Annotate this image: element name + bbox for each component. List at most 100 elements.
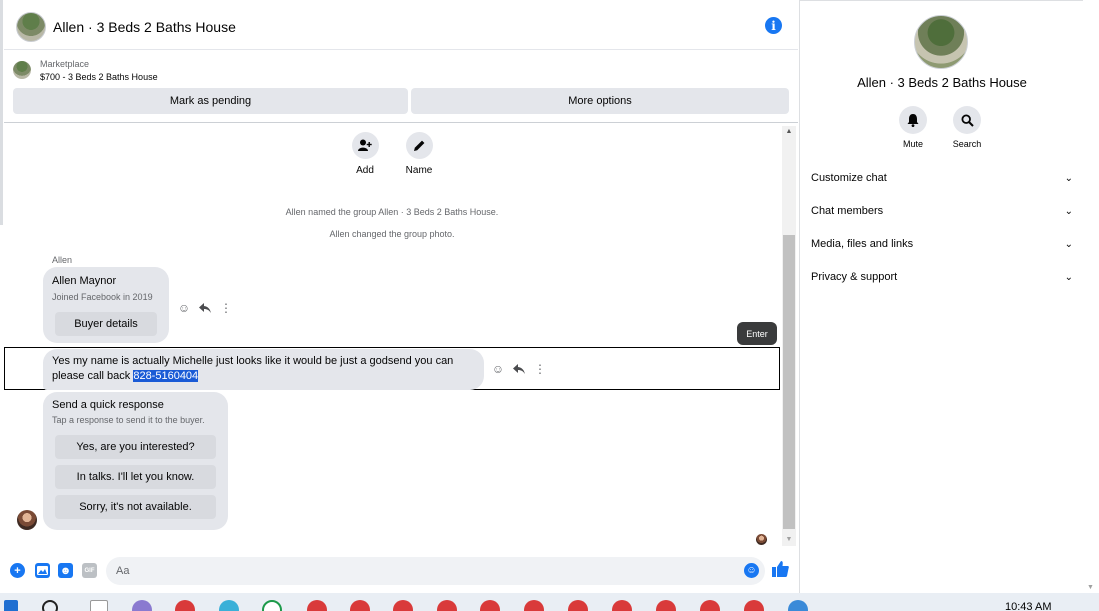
group-avatar[interactable]: [16, 11, 46, 42]
message-input[interactable]: [106, 557, 765, 585]
group-photo[interactable]: [914, 15, 968, 69]
app-icon[interactable]: [132, 600, 152, 611]
section-privacy-support[interactable]: Privacy & support ⌄: [811, 268, 1073, 286]
windows-start-icon[interactable]: [4, 600, 18, 611]
search-icon[interactable]: [953, 106, 981, 134]
app-icon[interactable]: [175, 600, 195, 611]
section-media-files-links[interactable]: Media, files and links ⌄: [811, 235, 1073, 253]
section-label: Media, files and links: [811, 238, 914, 250]
app-icon[interactable]: [350, 600, 370, 611]
name-label: Name: [405, 165, 433, 176]
mute-action[interactable]: Mute: [888, 106, 938, 149]
chat-pane: Allen · 3 Beds 2 Baths House i Marketpla…: [0, 0, 798, 593]
emoji-icon[interactable]: ☺: [744, 563, 759, 578]
thumbs-up-icon[interactable]: [772, 561, 789, 582]
app-icon[interactable]: [219, 600, 239, 611]
profile-name[interactable]: Allen Maynor: [52, 275, 116, 287]
app-icon[interactable]: [700, 600, 720, 611]
app-icon[interactable]: [524, 600, 544, 611]
section-label: Chat members: [811, 205, 884, 217]
quick-response-title: Send a quick response: [52, 399, 164, 411]
app-icon[interactable]: [307, 600, 327, 611]
sender-name: Allen: [52, 255, 73, 265]
marketplace-bar: Marketplace $700 - 3 Beds 2 Baths House …: [4, 51, 798, 123]
bell-icon[interactable]: [899, 106, 927, 134]
mute-label: Mute: [902, 139, 923, 149]
message-tools: ☺ ⋮: [177, 301, 233, 315]
app-icon[interactable]: [788, 600, 808, 611]
taskbar-clock[interactable]: 10:43 AM: [1005, 601, 1051, 611]
scroll-thumb[interactable]: [783, 235, 795, 529]
os-taskbar: 10:43 AM: [0, 593, 1099, 611]
marketplace-label: Marketplace: [40, 59, 90, 69]
listing-title[interactable]: $700 - 3 Beds 2 Baths House: [40, 72, 158, 82]
chevron-down-icon[interactable]: ⌄: [1065, 173, 1073, 184]
listing-thumbnail[interactable]: [13, 61, 31, 79]
system-message: Allen changed the group photo.: [329, 229, 455, 239]
profile-card-bubble: Allen Maynor Joined Facebook in 2019 Buy…: [43, 267, 169, 343]
info-icon[interactable]: i: [765, 17, 782, 34]
section-customize-chat[interactable]: Customize chat ⌄: [811, 169, 1073, 187]
app-icon[interactable]: [262, 600, 282, 611]
chevron-down-icon[interactable]: ⌄: [1065, 272, 1073, 283]
react-emoji-icon[interactable]: ☺: [491, 362, 505, 376]
profile-joined: Joined Facebook in 2019: [52, 292, 153, 302]
section-label: Customize chat: [811, 172, 887, 184]
more-options-button[interactable]: More options: [411, 88, 789, 114]
quick-response-option[interactable]: Yes, are you interested?: [55, 435, 216, 459]
app-icon[interactable]: [612, 600, 632, 611]
app-icon[interactable]: [568, 600, 588, 611]
app-icon[interactable]: [744, 600, 764, 611]
buyer-details-button[interactable]: Buyer details: [55, 312, 157, 336]
add-people-action[interactable]: Add: [345, 132, 385, 176]
scroll-down-arrow-icon[interactable]: ▼: [782, 534, 796, 546]
app-icon[interactable]: [480, 600, 500, 611]
plus-circle-icon[interactable]: +: [10, 563, 25, 578]
reply-icon[interactable]: [198, 301, 212, 315]
app-icon[interactable]: [656, 600, 676, 611]
scroll-down-arrow-icon[interactable]: ▼: [1087, 584, 1094, 591]
section-label: Privacy & support: [811, 271, 898, 283]
enter-tooltip: Enter: [737, 322, 777, 345]
more-vertical-icon[interactable]: ⋮: [219, 301, 233, 315]
chat-header: Allen · 3 Beds 2 Baths House i: [4, 4, 798, 50]
selected-phone-number[interactable]: 828-5160404: [133, 370, 199, 382]
search-action[interactable]: Search: [942, 106, 992, 149]
panel-title: Allen · 3 Beds 2 Baths House: [857, 75, 1027, 90]
chevron-down-icon[interactable]: ⌄: [1065, 206, 1073, 217]
page-scrollbar[interactable]: ▼: [1084, 0, 1099, 593]
messenger-window: Allen · 3 Beds 2 Baths House i Marketpla…: [0, 0, 1099, 611]
left-edge: [0, 0, 3, 225]
composer-bar: + ☻ GIF ☺: [0, 556, 798, 586]
more-vertical-icon[interactable]: ⋮: [533, 362, 547, 376]
react-emoji-icon[interactable]: ☺: [177, 301, 191, 315]
gif-icon[interactable]: GIF: [82, 563, 97, 578]
photo-icon[interactable]: [35, 563, 50, 578]
add-person-icon[interactable]: [351, 132, 379, 159]
section-chat-members[interactable]: Chat members ⌄: [811, 202, 1073, 220]
sticker-icon[interactable]: ☻: [58, 563, 73, 578]
name-group-action[interactable]: Name: [399, 132, 439, 176]
message-tools: ☺ ⋮: [491, 362, 547, 376]
search-label: Search: [952, 139, 982, 149]
chevron-down-icon[interactable]: ⌄: [1065, 239, 1073, 250]
reply-icon[interactable]: [512, 362, 526, 376]
search-icon[interactable]: [42, 600, 58, 611]
app-icon[interactable]: [393, 600, 413, 611]
quick-response-bubble: Send a quick response Tap a response to …: [43, 392, 228, 530]
sender-avatar[interactable]: [17, 510, 37, 530]
chat-scrollbar[interactable]: ▲ ▼: [782, 126, 796, 546]
message-text: Yes my name is actually Michelle just lo…: [52, 355, 454, 382]
scroll-up-arrow-icon[interactable]: ▲: [782, 126, 796, 138]
app-icon[interactable]: [437, 600, 457, 611]
quick-response-option[interactable]: Sorry, it's not available.: [55, 495, 216, 519]
pencil-icon[interactable]: [405, 132, 433, 159]
task-view-icon[interactable]: [90, 600, 108, 611]
quick-response-subtitle: Tap a response to send it to the buyer.: [52, 415, 205, 425]
message-bubble[interactable]: Yes my name is actually Michelle just lo…: [43, 349, 484, 390]
mark-as-pending-button[interactable]: Mark as pending: [13, 88, 408, 114]
system-message: Allen named the group Allen · 3 Beds 2 B…: [285, 207, 499, 217]
chat-info-panel: Allen · 3 Beds 2 Baths House Mute Search…: [799, 0, 1083, 593]
chat-title[interactable]: Allen · 3 Beds 2 Baths House: [53, 19, 236, 35]
quick-response-option[interactable]: In talks. I'll let you know.: [55, 465, 216, 489]
